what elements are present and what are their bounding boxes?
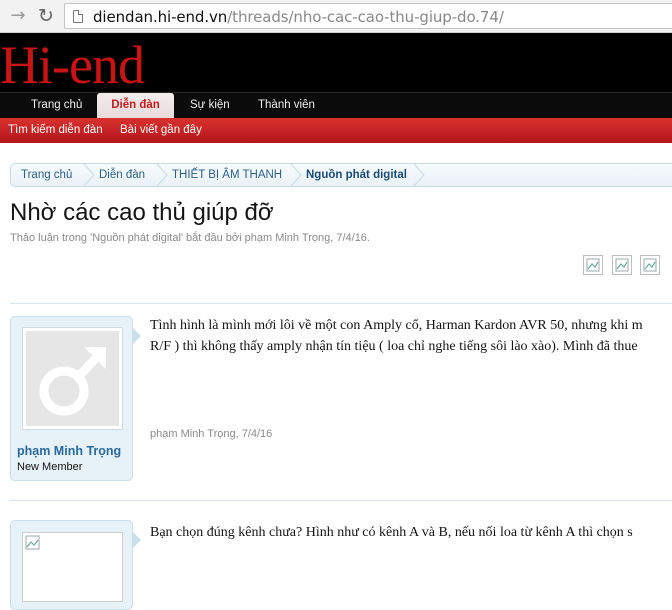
avatar[interactable] [22,327,123,430]
user-card [10,520,133,610]
share-icon[interactable] [583,255,603,275]
post-line: R/F ) thì không thấy amply nhận tín tiệu… [150,339,638,354]
main-nav: Trang chủ Diễn đàn Sự kiện Thành viên [0,92,672,119]
male-symbol-icon [39,347,106,416]
breadcrumb: Trang chủ Diễn đàn THIẾT BỊ ÂM THANH Ngu… [10,163,672,187]
reload-icon[interactable]: ↻ [36,6,56,26]
tab-forums[interactable]: Diễn đàn [97,93,174,119]
breadcrumb-category[interactable]: THIẾT BỊ ÂM THANH [172,164,282,186]
share-icon[interactable] [612,255,632,275]
broken-image-icon [643,258,657,272]
address-bar[interactable]: diendan.hi-end.vn/threads/nho-cac-cao-th… [64,3,672,29]
divider [10,303,672,304]
search-forums-link[interactable]: Tìm kiếm diễn đàn [8,118,103,142]
divider [10,500,672,501]
user-card: phạm Minh Trọng New Member [10,316,133,481]
url-host: diendan.hi-end.vn [93,8,228,26]
forward-arrow-icon[interactable]: → [8,6,28,26]
tab-home[interactable]: Trang chủ [31,93,82,119]
breadcrumb-separator-icon [83,164,95,186]
site-header: Hi-end [0,33,672,92]
recent-posts-link[interactable]: Bài viết gần đây [120,118,202,142]
post-pointer [133,328,141,344]
username[interactable]: phạm Minh Trọng [17,444,121,458]
site-logo[interactable]: Hi-end [0,38,145,92]
url-path: /threads/nho-cac-cao-thu-giup-do.74/ [227,8,504,26]
post-line: Bạn chọn đúng kênh chưa? Hình như có kên… [150,525,633,540]
breadcrumb-current[interactable]: Nguồn phát digital [306,164,407,186]
breadcrumb-separator-icon [290,164,302,186]
post-message: Bạn chọn đúng kênh chưa? Hình như có kên… [150,522,672,543]
breadcrumb-forums[interactable]: Diễn đàn [99,164,145,186]
broken-image-icon [615,258,629,272]
user-title: New Member [17,461,83,473]
url-text: diendan.hi-end.vn/threads/nho-cac-cao-th… [93,8,504,26]
broken-image-icon [586,258,600,272]
post-footer[interactable]: phạm Minh Trọng, 7/4/16 [150,428,272,440]
avatar-background [26,331,119,426]
tab-events[interactable]: Sự kiện [190,93,230,119]
page-icon [73,10,83,23]
post-pointer [133,532,141,548]
breadcrumb-home[interactable]: Trang chủ [21,164,72,186]
breadcrumb-separator-icon [156,164,168,186]
broken-image-icon [25,535,40,550]
browser-toolbar: → ↻ diendan.hi-end.vn/threads/nho-cac-ca… [0,0,672,33]
thread-title: Nhờ các cao thủ giúp đỡ [10,199,274,226]
breadcrumb-separator-icon [413,164,425,186]
sub-nav: Tìm kiếm diễn đàn Bài viết gần đây [0,118,672,143]
share-icon[interactable] [640,255,660,275]
post-message: Tình hình là mình mới lôi về một con Amp… [150,315,672,357]
post-line: Tình hình là mình mới lôi về một con Amp… [150,318,643,333]
tab-members[interactable]: Thành viên [258,93,315,119]
thread-meta: Thảo luận trong 'Nguồn phát digital' bắt… [10,232,370,244]
